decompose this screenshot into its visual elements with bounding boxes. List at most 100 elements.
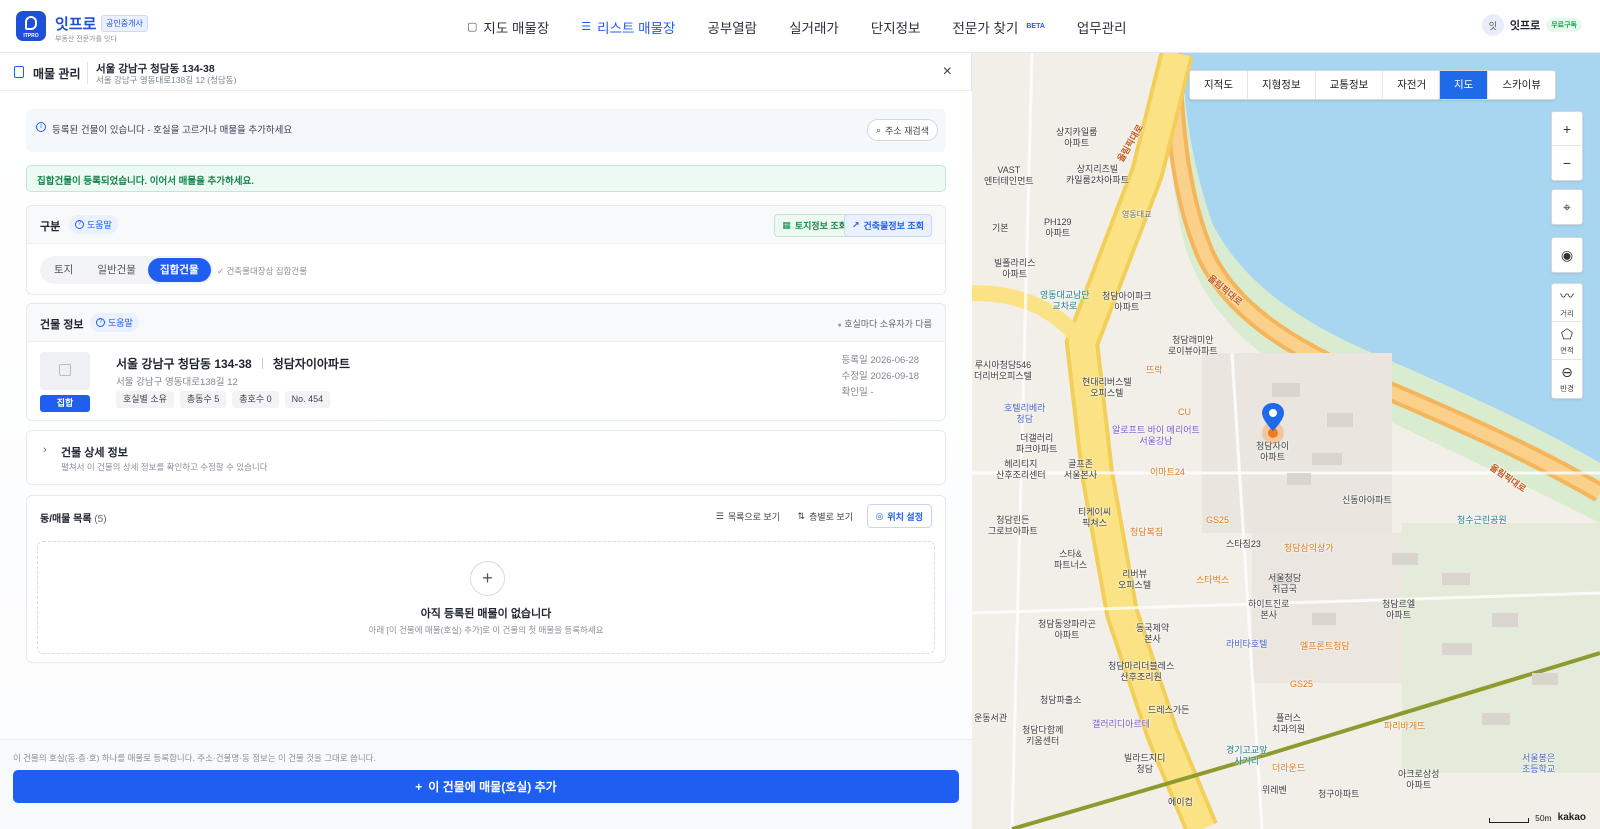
map-poi-label: 청담마리더블레스 산후조리원 — [1108, 661, 1175, 682]
building-tags: 호실별 소유 총동수 5 총호수 0 No. 454 — [116, 391, 331, 408]
nav-records[interactable]: 공부열람 — [707, 0, 757, 53]
brand-name[interactable]: 잇프로 — [55, 13, 96, 34]
map-poi-label: 헤리티지 산후조리센터 — [996, 459, 1046, 480]
map-poi-label: 청담아이파크 아파트 — [1102, 291, 1152, 312]
building-type-badge: 집합 — [40, 395, 90, 412]
app-logo[interactable]: ITPRO — [16, 11, 46, 41]
map-view[interactable]: 올림픽대로 올림픽대로 올림픽대로 상지카일룸 아파트 VAST 엔터테인먼트 상지… — [972, 53, 1600, 829]
building-summary: 집합 서울 강남구 청담동 134-38 청담자이아파트 서울 강남구 영동대로1… — [27, 342, 945, 420]
building-info-button[interactable]: ↗ 건축물정보 조회 — [843, 214, 932, 237]
nav-map-listings[interactable]: ▢ 지도 매물장 — [467, 0, 549, 53]
area-tool[interactable]: ⬠ 면적 — [1552, 322, 1582, 360]
nav-complex-info[interactable]: 단지정보 — [871, 0, 921, 53]
user-menu[interactable]: 잇 잇프로 무료구독 — [1481, 14, 1582, 36]
map-poi-label: 빌라드지디 청담 — [1124, 753, 1166, 774]
modified-date: 수정일 2026-09-18 — [841, 371, 919, 382]
category-option-land[interactable]: 토지 — [42, 258, 85, 282]
nav-find-expert[interactable]: 전문가 찾기 BETA — [952, 0, 1044, 53]
map-poi-label: 서울봉은 초등학교 — [1522, 753, 1556, 774]
nav-real-prices[interactable]: 실거래가 — [789, 0, 839, 53]
map-poi-label: 티케이씨 픽쳐스 — [1078, 507, 1112, 528]
empty-title: 아직 등록된 매물이 없습니다 — [420, 608, 552, 620]
brand-tagline: 부동산 전문가를 잇다 — [55, 36, 117, 43]
map-type-map[interactable]: 지도 — [1440, 71, 1489, 99]
map-poi-label: GS25 — [1290, 679, 1314, 689]
map-icon: ▢ — [467, 21, 478, 33]
list-view-button[interactable]: ☰ 목록으로 보기 — [716, 505, 780, 527]
map-poi-label: 청담복집 — [1130, 527, 1164, 537]
category-note: ✓ 건축물대장상 집합건물 — [217, 266, 308, 276]
map-poi-label: 위레벤 — [1262, 785, 1287, 795]
floor-view-button[interactable]: ⇅ 층별로 보기 — [798, 505, 853, 527]
category-option-general-building[interactable]: 일반건물 — [85, 258, 148, 282]
scale-bar — [1489, 818, 1530, 823]
list-icon: ☰ — [715, 510, 724, 521]
map-poi-label: 스타& 파트너스 — [1054, 549, 1088, 570]
zoom-out-button[interactable]: − — [1552, 146, 1582, 180]
avatar: 잇 — [1481, 14, 1504, 36]
building-help-button[interactable]: ? 도움말 — [90, 313, 139, 332]
map-poi-label: GS25 — [1206, 515, 1230, 525]
success-alert: 집합건물이 등록되었습니다. 이어서 매물을 추가하세요. — [26, 165, 946, 192]
map-poi-label: 파리바게뜨 — [1384, 721, 1426, 731]
panel-body[interactable]: i 등록된 건물이 있습니다 - 호실을 고르거나 매물을 추가하세요 ⌕ 주소 … — [0, 91, 972, 739]
brand-badge: 공인중개사 — [101, 15, 148, 32]
map-poi-label: 상지카일룸 아파트 — [1056, 127, 1098, 148]
map-poi-label: 아크로삼성 아파트 — [1398, 769, 1440, 790]
roadview-control: ◉ — [1551, 237, 1583, 273]
target-icon: ◎ — [875, 510, 884, 521]
land-info-button[interactable]: ▦ 토지정보 조회 — [774, 214, 855, 237]
location-set-button[interactable]: ◎ 위치 설정 — [866, 504, 932, 528]
listing-panel: 매물 관리 서울 강남구 청담동 134-38 서울 강남구 영동대로138길 … — [0, 53, 972, 829]
radius-tool[interactable]: ⊖ 반경 — [1552, 360, 1582, 398]
map-layer-toolbar: 지적도 지형정보 교통정보 자전거 — [1189, 70, 1442, 100]
layer-terrain[interactable]: 지형정보 — [1248, 71, 1316, 99]
map-poi-label: 현대리버스텔 오피스텔 — [1082, 377, 1132, 398]
building-name-line: 서울 강남구 청담동 134-38 청담자이아파트 — [116, 357, 350, 371]
plan-badge: 무료구독 — [1546, 18, 1582, 32]
map-poi-label: 이마트24 — [1150, 467, 1185, 477]
tag: 호실별 소유 — [116, 391, 174, 408]
detail-subtitle: 펼쳐서 이 건물의 상세 정보를 확인하고 수정할 수 있습니다 — [61, 462, 268, 472]
crosshair-icon[interactable]: ⌖ — [1552, 190, 1582, 224]
nav-work-management[interactable]: 업무관리 — [1077, 0, 1127, 53]
category-segmented-control: 토지 일반건물 집합건물 — [40, 256, 213, 284]
registered-date: 등록일 2026-06-28 — [841, 355, 919, 366]
map-poi-label: 청담르엘 아파트 — [1382, 599, 1416, 620]
address-research-button[interactable]: ⌕ 주소 재검색 — [867, 119, 938, 141]
map-type-skyview[interactable]: 스카이뷰 — [1488, 71, 1555, 99]
radius-icon: ⊖ — [1561, 364, 1573, 380]
map-poi-label: 라비타호텔 — [1226, 639, 1268, 649]
info-text: 등록된 건물이 있습니다 - 호실을 고르거나 매물을 추가하세요 — [52, 125, 293, 136]
map-poi-label: 스타짐23 — [1226, 539, 1261, 549]
info-icon: i — [36, 122, 46, 132]
category-card: 구분 ? 도움말 ▦ 토지정보 조회 ↗ 건축물정보 조회 토지 일반건물 집합건물 … — [26, 205, 946, 295]
layer-cadastral[interactable]: 지적도 — [1190, 71, 1248, 99]
zoom-in-button[interactable]: + — [1552, 112, 1582, 146]
dot-icon: ● — [837, 322, 842, 329]
close-button[interactable]: × — [943, 63, 952, 81]
nav-list-listings[interactable]: ☰ 리스트 매물장 — [581, 0, 675, 53]
map-poi-label: 신동아아파트 — [1342, 495, 1392, 505]
provider-logo: kakao — [1557, 812, 1586, 823]
units-card: 동/매물 목록 (5) ☰ 목록으로 보기 ⇅ 층별로 보기 ◎ 위치 설정 + 아직… — [26, 495, 946, 663]
help-icon: ? — [75, 220, 84, 229]
units-header: 동/매물 목록 (5) ☰ 목록으로 보기 ⇅ 층별로 보기 ◎ 위치 설정 — [27, 496, 945, 534]
map-poi-label: CU — [1178, 407, 1191, 417]
map-poi-label: 더라운드 — [1272, 763, 1306, 773]
roadview-pin-icon[interactable]: ◉ — [1552, 238, 1582, 272]
map-poi-label: 청담다함께 키움센터 — [1022, 725, 1064, 746]
layer-bicycle[interactable]: 자전거 — [1383, 71, 1440, 99]
building-info-header: 건물 정보 ? 도움말 ● 호실마다 소유자가 다름 — [27, 304, 945, 342]
plus-icon[interactable]: + — [470, 561, 505, 596]
distance-tool[interactable]: 〰 거리 — [1552, 284, 1582, 322]
category-option-collective-building[interactable]: 집합건물 — [147, 258, 211, 282]
add-unit-button[interactable]: + 이 건물에 매물(호실) 추가 — [13, 770, 959, 803]
layer-traffic[interactable]: 교통정보 — [1316, 71, 1384, 99]
map-poi-label: 스타벅스 — [1196, 575, 1230, 585]
map-poi-label: 갤러리디아르테 — [1092, 719, 1150, 729]
top-header: ITPRO 잇프로 공인중개사 부동산 전문가를 잇다 ▢ 지도 매물장 ☰ 리스트… — [0, 0, 1600, 53]
category-help-button[interactable]: ? 도움말 — [69, 215, 118, 234]
building-detail-accordion[interactable]: › 건물 상세 정보 펼쳐서 이 건물의 상세 정보를 확인하고 수정할 수 있… — [26, 430, 946, 485]
category-title: 구분 — [40, 221, 61, 233]
